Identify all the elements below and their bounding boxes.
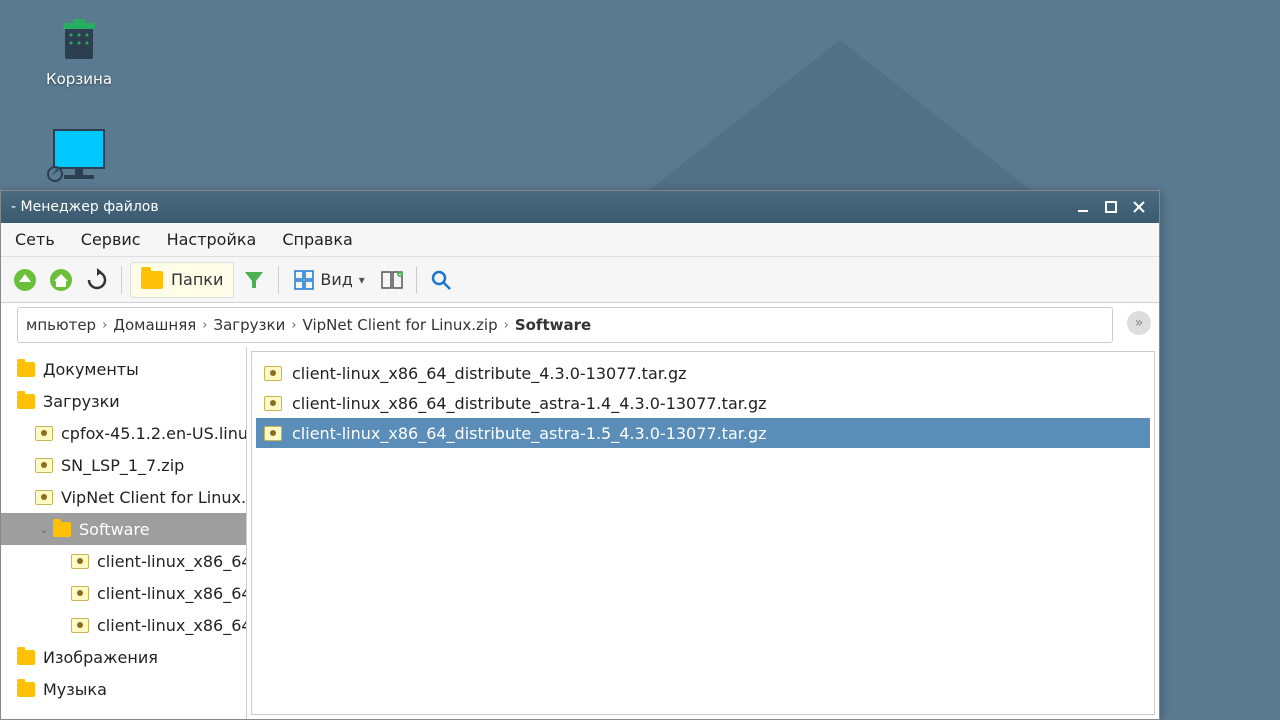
tree-item[interactable]: Музыка xyxy=(1,673,246,705)
tree-expander-icon[interactable]: ⌄ xyxy=(37,523,51,536)
toolbar: Папки Вид ▾ + xyxy=(1,257,1159,303)
tree-item[interactable]: Документы xyxy=(1,353,246,385)
tree-item[interactable]: client-linux_x86_64_ xyxy=(1,577,246,609)
menu-settings[interactable]: Настройка xyxy=(167,230,257,249)
breadcrumb[interactable]: мпьютер › Домашняя › Загрузки › VipNet C… xyxy=(17,307,1113,343)
file-row[interactable]: client-linux_x86_64_distribute_4.3.0-130… xyxy=(256,358,1150,388)
tree-item-label: SN_LSP_1_7.zip xyxy=(61,456,184,475)
tree-item[interactable]: SN_LSP_1_7.zip xyxy=(1,449,246,481)
folders-toggle-button[interactable]: Папки xyxy=(130,262,234,298)
tree-item-label: Документы xyxy=(43,360,139,379)
maximize-button[interactable] xyxy=(1097,196,1125,218)
archive-icon xyxy=(264,426,282,441)
folders-label: Папки xyxy=(171,270,223,289)
file-manager-window: - Менеджер файлов Сеть Сервис Настройка … xyxy=(0,190,1160,720)
chevron-down-icon: ▾ xyxy=(359,273,365,287)
svg-text:+: + xyxy=(398,272,402,278)
menu-help[interactable]: Справка xyxy=(282,230,353,249)
breadcrumb-current[interactable]: Software xyxy=(515,316,591,334)
folder-icon xyxy=(17,394,35,409)
window-body: Документы Загрузки cpfox-45.1.2.en-US.linu… xyxy=(1,347,1159,719)
tree-item-label: client-linux_x86_64_ xyxy=(97,552,246,571)
file-row[interactable]: client-linux_x86_64_distribute_astra-1.4… xyxy=(256,388,1150,418)
file-row[interactable]: client-linux_x86_64_distribute_astra-1.5… xyxy=(256,418,1150,448)
tree-item-label: Software xyxy=(79,520,150,539)
file-list[interactable]: client-linux_x86_64_distribute_4.3.0-130… xyxy=(251,351,1155,715)
titlebar[interactable]: - Менеджер файлов xyxy=(1,191,1159,223)
archive-icon xyxy=(71,618,89,633)
menu-service[interactable]: Сервис xyxy=(81,230,141,249)
grid-icon xyxy=(294,270,314,290)
folder-icon xyxy=(17,362,35,377)
view-mode-button[interactable]: Вид ▾ xyxy=(287,263,371,297)
breadcrumb-sep: › xyxy=(504,318,509,333)
breadcrumb-sep: › xyxy=(202,318,207,333)
archive-icon xyxy=(71,586,89,601)
tree-item-label: client-linux_x86_64_ xyxy=(97,616,246,635)
breadcrumb-segment[interactable]: мпьютер xyxy=(26,316,96,334)
breadcrumb-segment[interactable]: Домашняя xyxy=(113,316,196,334)
file-name: client-linux_x86_64_distribute_astra-1.4… xyxy=(292,394,767,413)
filter-button[interactable] xyxy=(238,264,270,296)
desktop-icon-label: Корзина xyxy=(46,70,112,88)
minimize-button[interactable] xyxy=(1069,196,1097,218)
archive-icon xyxy=(35,458,53,473)
desktop-icon-computer[interactable] xyxy=(34,122,124,176)
toolbar-separator xyxy=(416,266,417,294)
archive-icon xyxy=(35,490,53,505)
file-name: client-linux_x86_64_distribute_astra-1.5… xyxy=(292,424,767,443)
breadcrumb-segment[interactable]: VipNet Client for Linux.zip xyxy=(303,316,498,334)
close-button[interactable] xyxy=(1125,196,1153,218)
archive-icon xyxy=(71,554,89,569)
archive-icon xyxy=(35,426,53,441)
nav-home-button[interactable] xyxy=(45,264,77,296)
tree-item[interactable]: client-linux_x86_64_ xyxy=(1,545,246,577)
tree-item[interactable]: ⌄ Software xyxy=(1,513,246,545)
window-title: - Менеджер файлов xyxy=(7,199,1069,215)
tree-item-label: Загрузки xyxy=(43,392,120,411)
tree-item[interactable]: client-linux_x86_64_ xyxy=(1,609,246,641)
toolbar-separator xyxy=(278,266,279,294)
breadcrumb-segment[interactable]: Загрузки xyxy=(213,316,285,334)
folder-icon xyxy=(17,682,35,697)
menubar: Сеть Сервис Настройка Справка xyxy=(1,223,1159,257)
tree-item[interactable]: VipNet Client for Linux.zip xyxy=(1,481,246,513)
search-icon xyxy=(429,268,453,292)
view-label: Вид xyxy=(320,270,352,289)
split-view-button[interactable]: + xyxy=(376,264,408,296)
menu-network[interactable]: Сеть xyxy=(15,230,55,249)
folder-icon xyxy=(17,650,35,665)
file-name: client-linux_x86_64_distribute_4.3.0-130… xyxy=(292,364,687,383)
tree-item-label: client-linux_x86_64_ xyxy=(97,584,246,603)
toolbar-separator xyxy=(121,266,122,294)
tree-item-label: Музыка xyxy=(43,680,107,699)
folder-icon xyxy=(141,271,163,289)
monitor-icon xyxy=(53,122,105,176)
tree-item-label: Изображения xyxy=(43,648,158,667)
sidebar-tree[interactable]: Документы Загрузки cpfox-45.1.2.en-US.linu… xyxy=(1,347,247,719)
tree-item[interactable]: Изображения xyxy=(1,641,246,673)
folder-icon xyxy=(53,522,71,537)
nav-up-button[interactable] xyxy=(9,264,41,296)
tree-item[interactable]: Загрузки xyxy=(1,385,246,417)
archive-icon xyxy=(264,366,282,381)
refresh-button[interactable] xyxy=(81,264,113,296)
tree-item-label: cpfox-45.1.2.en-US.linux-x8 xyxy=(61,424,246,443)
trash-icon xyxy=(53,12,105,66)
breadcrumb-go-button[interactable]: » xyxy=(1127,311,1151,335)
search-button[interactable] xyxy=(425,264,457,296)
archive-icon xyxy=(264,396,282,411)
breadcrumb-sep: › xyxy=(291,318,296,333)
tree-item-label: VipNet Client for Linux.zip xyxy=(61,488,246,507)
tree-item[interactable]: cpfox-45.1.2.en-US.linux-x8 xyxy=(1,417,246,449)
breadcrumb-sep: › xyxy=(102,318,107,333)
desktop-icon-trash[interactable]: Корзина xyxy=(34,12,124,88)
